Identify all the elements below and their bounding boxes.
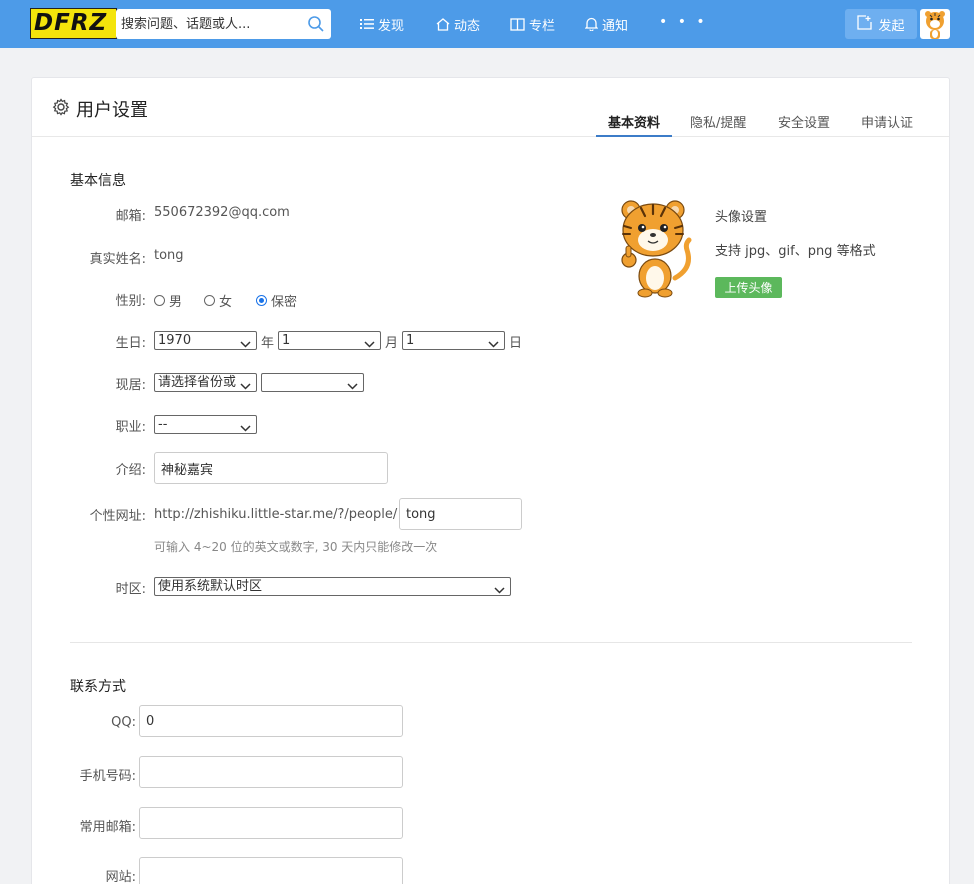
nav-column[interactable]: 专栏 [510, 14, 555, 34]
nav-column-label: 专栏 [529, 18, 556, 34]
search-box[interactable] [116, 9, 331, 39]
top-navbar: DFRZ 发现 动态 专栏 通知 • • • 发起 [0, 0, 974, 48]
gender-male-radio[interactable]: 男 [154, 291, 182, 310]
province-value: 请选择省份或 [158, 375, 237, 390]
radio-icon[interactable] [204, 295, 215, 306]
nav-activity[interactable]: 动态 [436, 14, 480, 34]
gender-label: 性别: [115, 294, 146, 309]
intro-label: 介绍: [115, 463, 146, 478]
contact-title: 联系方式 [70, 679, 126, 695]
gender-female-radio[interactable]: 女 [204, 291, 232, 310]
chevron-down-icon [240, 420, 251, 433]
list-icon [360, 18, 374, 30]
nav-activity-label: 动态 [454, 18, 481, 34]
page-title: 用户设置 [52, 96, 148, 122]
url-label: 个性网址: [89, 509, 146, 524]
intro-input[interactable]: 神秘嘉宾 [154, 452, 388, 484]
common-email-input[interactable] [139, 807, 403, 839]
page-title-text: 用户设置 [76, 100, 148, 121]
website-label: 网站: [105, 870, 136, 884]
tab-security[interactable]: 安全设置 [778, 112, 830, 137]
birth-day-select[interactable]: 1 [402, 331, 505, 350]
settings-card: 用户设置 基本资料 隐私/提醒 安全设置 申请认证 基本信息 邮箱: 55067… [31, 77, 950, 884]
site-logo[interactable]: DFRZ [30, 8, 117, 39]
timezone-label: 时区: [115, 582, 146, 597]
avatar-title: 头像设置 [715, 210, 768, 225]
upload-avatar-button[interactable]: 上传头像 [715, 277, 782, 298]
email-value: 550672392@qq.com [154, 205, 290, 220]
timezone-select[interactable]: 使用系统默认时区 [154, 577, 511, 596]
gender-secret-radio[interactable]: 保密 [256, 291, 297, 310]
user-avatar[interactable] [920, 9, 950, 39]
chevron-down-icon [347, 378, 358, 391]
chevron-down-icon [240, 336, 251, 349]
book-icon [510, 17, 525, 31]
add-post-icon [857, 14, 873, 34]
birth-day-value: 1 [406, 333, 415, 348]
realname-label: 真实姓名: [89, 252, 146, 267]
bell-icon [585, 17, 598, 31]
residence-label: 现居: [115, 378, 146, 393]
qq-label: QQ: [111, 715, 136, 730]
gear-icon [52, 97, 70, 121]
home-icon [436, 17, 450, 31]
logo-text: DFRZ [34, 10, 108, 36]
qq-value: 0 [146, 713, 155, 729]
gender-male-label: 男 [169, 295, 183, 310]
avatar-preview [617, 198, 693, 298]
gender-secret-label: 保密 [271, 295, 298, 310]
birth-year-select[interactable]: 1970 [154, 331, 257, 350]
avatar-formats: 支持 jpg、gif、png 等格式 [715, 244, 876, 259]
nav-discover-label: 发现 [378, 18, 405, 34]
chevron-down-icon [364, 336, 375, 349]
nav-discover[interactable]: 发现 [360, 14, 404, 34]
email-label: 邮箱: [115, 209, 146, 224]
website-input[interactable] [139, 857, 403, 884]
chevron-down-icon [488, 336, 499, 349]
section-divider [70, 642, 912, 643]
birthday-label: 生日: [115, 336, 146, 351]
tab-privacy[interactable]: 隐私/提醒 [690, 112, 746, 137]
job-select[interactable]: -- [154, 415, 257, 434]
intro-value: 神秘嘉宾 [161, 462, 214, 478]
url-input[interactable]: tong [399, 498, 522, 530]
month-unit: 月 [385, 336, 399, 351]
tab-basic-profile[interactable]: 基本资料 [596, 112, 672, 137]
chevron-down-icon [494, 582, 505, 595]
publish-button[interactable]: 发起 [845, 9, 917, 39]
year-unit: 年 [261, 336, 275, 351]
job-value: -- [158, 417, 168, 432]
gender-female-label: 女 [219, 295, 233, 310]
birth-year-value: 1970 [158, 333, 192, 348]
basic-info-title: 基本信息 [70, 173, 126, 189]
url-hint: 可输入 4~20 位的英文或数字, 30 天内只能修改一次 [154, 540, 438, 554]
publish-label: 发起 [878, 18, 905, 34]
common-email-label: 常用邮箱: [79, 820, 136, 835]
birth-month-select[interactable]: 1 [278, 331, 381, 350]
day-unit: 日 [509, 336, 523, 351]
chevron-down-icon [240, 378, 251, 391]
nav-notifications[interactable]: 通知 [585, 14, 628, 34]
province-select[interactable]: 请选择省份或 [154, 373, 257, 392]
settings-header: 用户设置 基本资料 隐私/提醒 安全设置 申请认证 [32, 78, 949, 137]
nav-notifications-label: 通知 [602, 18, 629, 34]
city-select[interactable] [261, 373, 364, 392]
phone-input[interactable] [139, 756, 403, 788]
qq-input[interactable]: 0 [139, 705, 403, 737]
tab-verification[interactable]: 申请认证 [861, 112, 913, 137]
search-input[interactable] [121, 14, 301, 34]
phone-label: 手机号码: [79, 769, 136, 784]
birth-month-value: 1 [282, 333, 291, 348]
job-label: 职业: [115, 420, 146, 435]
radio-icon[interactable] [154, 295, 165, 306]
url-value: tong [406, 506, 436, 522]
realname-value: tong [154, 248, 184, 263]
search-icon[interactable] [307, 15, 325, 37]
timezone-value: 使用系统默认时区 [158, 579, 263, 594]
url-prefix: http://zhishiku.little-star.me/?/people/ [154, 507, 398, 522]
more-menu-icon[interactable]: • • • [659, 14, 708, 30]
radio-checked-icon[interactable] [256, 295, 267, 306]
